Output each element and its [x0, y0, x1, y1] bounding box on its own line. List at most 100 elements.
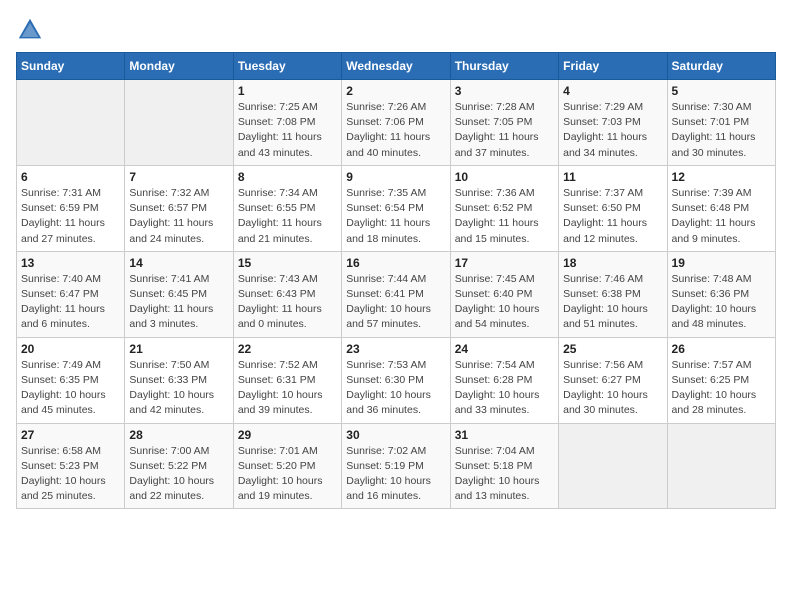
calendar-cell: 8 Sunrise: 7:34 AMSunset: 6:55 PMDaylight…: [233, 165, 341, 251]
header-monday: Monday: [125, 53, 233, 80]
day-info: Sunrise: 7:56 AMSunset: 6:27 PMDaylight:…: [563, 358, 662, 419]
calendar-cell: 5Sunrise: 7:30 AMSunset: 7:01 PMDaylight…: [667, 80, 775, 166]
day-info: Sunrise: 7:39 AMSunset: 6:48 PMDaylight:…: [672, 186, 771, 247]
calendar-table: SundayMondayTuesdayWednesdayThursdayFrid…: [16, 52, 776, 509]
calendar-cell: 3 Sunrise: 7:28 AMSunset: 7:05 PMDaylight…: [450, 80, 558, 166]
calendar-cell: 22 Sunrise: 7:52 AMSunset: 6:31 PMDayligh…: [233, 337, 341, 423]
day-number: 9: [346, 170, 445, 184]
header-thursday: Thursday: [450, 53, 558, 80]
day-info: Sunrise: 7:36 AMSunset: 6:52 PMDaylight:…: [455, 186, 554, 247]
calendar-cell: 18 Sunrise: 7:46 AMSunset: 6:38 PMDayligh…: [559, 251, 667, 337]
day-number: 21: [129, 342, 228, 356]
calendar-header-row: SundayMondayTuesdayWednesdayThursdayFrid…: [17, 53, 776, 80]
day-info: Sunrise: 7:45 AMSunset: 6:40 PMDaylight:…: [455, 272, 554, 333]
day-info: Sunrise: 7:29 AMSunset: 7:03 PMDaylight:…: [563, 100, 662, 161]
day-number: 6: [21, 170, 120, 184]
day-info: Sunrise: 7:53 AMSunset: 6:30 PMDaylight:…: [346, 358, 445, 419]
calendar-cell: 1 Sunrise: 7:25 AMSunset: 7:08 PMDaylight…: [233, 80, 341, 166]
calendar-cell: 23Sunrise: 7:53 AMSunset: 6:30 PMDayligh…: [342, 337, 450, 423]
logo: [16, 16, 48, 44]
calendar-cell: 9 Sunrise: 7:35 AMSunset: 6:54 PMDaylight…: [342, 165, 450, 251]
calendar-cell: [17, 80, 125, 166]
day-number: 27: [21, 428, 120, 442]
day-info: Sunrise: 6:58 AMSunset: 5:23 PMDaylight:…: [21, 444, 120, 505]
week-row-0: 1 Sunrise: 7:25 AMSunset: 7:08 PMDaylight…: [17, 80, 776, 166]
day-info: Sunrise: 7:31 AMSunset: 6:59 PMDaylight:…: [21, 186, 120, 247]
day-info: Sunrise: 7:04 AMSunset: 5:18 PMDaylight:…: [455, 444, 554, 505]
calendar-cell: 24 Sunrise: 7:54 AMSunset: 6:28 PMDayligh…: [450, 337, 558, 423]
calendar-cell: 28 Sunrise: 7:00 AMSunset: 5:22 PMDayligh…: [125, 423, 233, 509]
header-friday: Friday: [559, 53, 667, 80]
day-info: Sunrise: 7:01 AMSunset: 5:20 PMDaylight:…: [238, 444, 337, 505]
logo-icon: [16, 16, 44, 44]
day-number: 16: [346, 256, 445, 270]
calendar-cell: 20Sunrise: 7:49 AMSunset: 6:35 PMDayligh…: [17, 337, 125, 423]
day-info: Sunrise: 7:02 AMSunset: 5:19 PMDaylight:…: [346, 444, 445, 505]
day-number: 7: [129, 170, 228, 184]
day-number: 19: [672, 256, 771, 270]
page-header: [16, 16, 776, 44]
calendar-cell: 2Sunrise: 7:26 AMSunset: 7:06 PMDaylight…: [342, 80, 450, 166]
day-info: Sunrise: 7:57 AMSunset: 6:25 PMDaylight:…: [672, 358, 771, 419]
day-info: Sunrise: 7:37 AMSunset: 6:50 PMDaylight:…: [563, 186, 662, 247]
header-tuesday: Tuesday: [233, 53, 341, 80]
calendar-cell: 19 Sunrise: 7:48 AMSunset: 6:36 PMDayligh…: [667, 251, 775, 337]
calendar-cell: 15 Sunrise: 7:43 AMSunset: 6:43 PMDayligh…: [233, 251, 341, 337]
calendar-cell: 17 Sunrise: 7:45 AMSunset: 6:40 PMDayligh…: [450, 251, 558, 337]
day-number: 17: [455, 256, 554, 270]
day-number: 2: [346, 84, 445, 98]
day-info: Sunrise: 7:43 AMSunset: 6:43 PMDaylight:…: [238, 272, 337, 333]
calendar-cell: 4 Sunrise: 7:29 AMSunset: 7:03 PMDaylight…: [559, 80, 667, 166]
calendar-cell: 6 Sunrise: 7:31 AMSunset: 6:59 PMDaylight…: [17, 165, 125, 251]
day-info: Sunrise: 7:32 AMSunset: 6:57 PMDaylight:…: [129, 186, 228, 247]
calendar-cell: 29 Sunrise: 7:01 AMSunset: 5:20 PMDayligh…: [233, 423, 341, 509]
day-info: Sunrise: 7:40 AMSunset: 6:47 PMDaylight:…: [21, 272, 120, 333]
day-number: 28: [129, 428, 228, 442]
day-info: Sunrise: 7:54 AMSunset: 6:28 PMDaylight:…: [455, 358, 554, 419]
day-number: 25: [563, 342, 662, 356]
day-number: 31: [455, 428, 554, 442]
day-info: Sunrise: 7:48 AMSunset: 6:36 PMDaylight:…: [672, 272, 771, 333]
header-wednesday: Wednesday: [342, 53, 450, 80]
week-row-3: 20Sunrise: 7:49 AMSunset: 6:35 PMDayligh…: [17, 337, 776, 423]
calendar-cell: 11 Sunrise: 7:37 AMSunset: 6:50 PMDayligh…: [559, 165, 667, 251]
calendar-cell: 7 Sunrise: 7:32 AMSunset: 6:57 PMDaylight…: [125, 165, 233, 251]
day-number: 10: [455, 170, 554, 184]
day-number: 18: [563, 256, 662, 270]
day-number: 8: [238, 170, 337, 184]
day-info: Sunrise: 7:52 AMSunset: 6:31 PMDaylight:…: [238, 358, 337, 419]
day-info: Sunrise: 7:28 AMSunset: 7:05 PMDaylight:…: [455, 100, 554, 161]
day-number: 14: [129, 256, 228, 270]
week-row-2: 13 Sunrise: 7:40 AMSunset: 6:47 PMDayligh…: [17, 251, 776, 337]
day-info: Sunrise: 7:00 AMSunset: 5:22 PMDaylight:…: [129, 444, 228, 505]
day-number: 24: [455, 342, 554, 356]
header-sunday: Sunday: [17, 53, 125, 80]
day-number: 4: [563, 84, 662, 98]
day-info: Sunrise: 7:25 AMSunset: 7:08 PMDaylight:…: [238, 100, 337, 161]
day-number: 11: [563, 170, 662, 184]
day-number: 22: [238, 342, 337, 356]
calendar-cell: [125, 80, 233, 166]
calendar-cell: 25 Sunrise: 7:56 AMSunset: 6:27 PMDayligh…: [559, 337, 667, 423]
day-number: 12: [672, 170, 771, 184]
day-number: 29: [238, 428, 337, 442]
calendar-cell: [667, 423, 775, 509]
day-info: Sunrise: 7:34 AMSunset: 6:55 PMDaylight:…: [238, 186, 337, 247]
week-row-1: 6 Sunrise: 7:31 AMSunset: 6:59 PMDaylight…: [17, 165, 776, 251]
calendar-cell: 10 Sunrise: 7:36 AMSunset: 6:52 PMDayligh…: [450, 165, 558, 251]
day-number: 26: [672, 342, 771, 356]
calendar-cell: 26 Sunrise: 7:57 AMSunset: 6:25 PMDayligh…: [667, 337, 775, 423]
calendar-cell: 16 Sunrise: 7:44 AMSunset: 6:41 PMDayligh…: [342, 251, 450, 337]
calendar-cell: [559, 423, 667, 509]
day-number: 15: [238, 256, 337, 270]
day-number: 1: [238, 84, 337, 98]
day-info: Sunrise: 7:46 AMSunset: 6:38 PMDaylight:…: [563, 272, 662, 333]
day-info: Sunrise: 7:44 AMSunset: 6:41 PMDaylight:…: [346, 272, 445, 333]
day-number: 13: [21, 256, 120, 270]
day-info: Sunrise: 7:35 AMSunset: 6:54 PMDaylight:…: [346, 186, 445, 247]
header-saturday: Saturday: [667, 53, 775, 80]
day-number: 3: [455, 84, 554, 98]
calendar-cell: 30Sunrise: 7:02 AMSunset: 5:19 PMDayligh…: [342, 423, 450, 509]
calendar-cell: 21Sunrise: 7:50 AMSunset: 6:33 PMDayligh…: [125, 337, 233, 423]
day-info: Sunrise: 7:30 AMSunset: 7:01 PMDaylight:…: [672, 100, 771, 161]
